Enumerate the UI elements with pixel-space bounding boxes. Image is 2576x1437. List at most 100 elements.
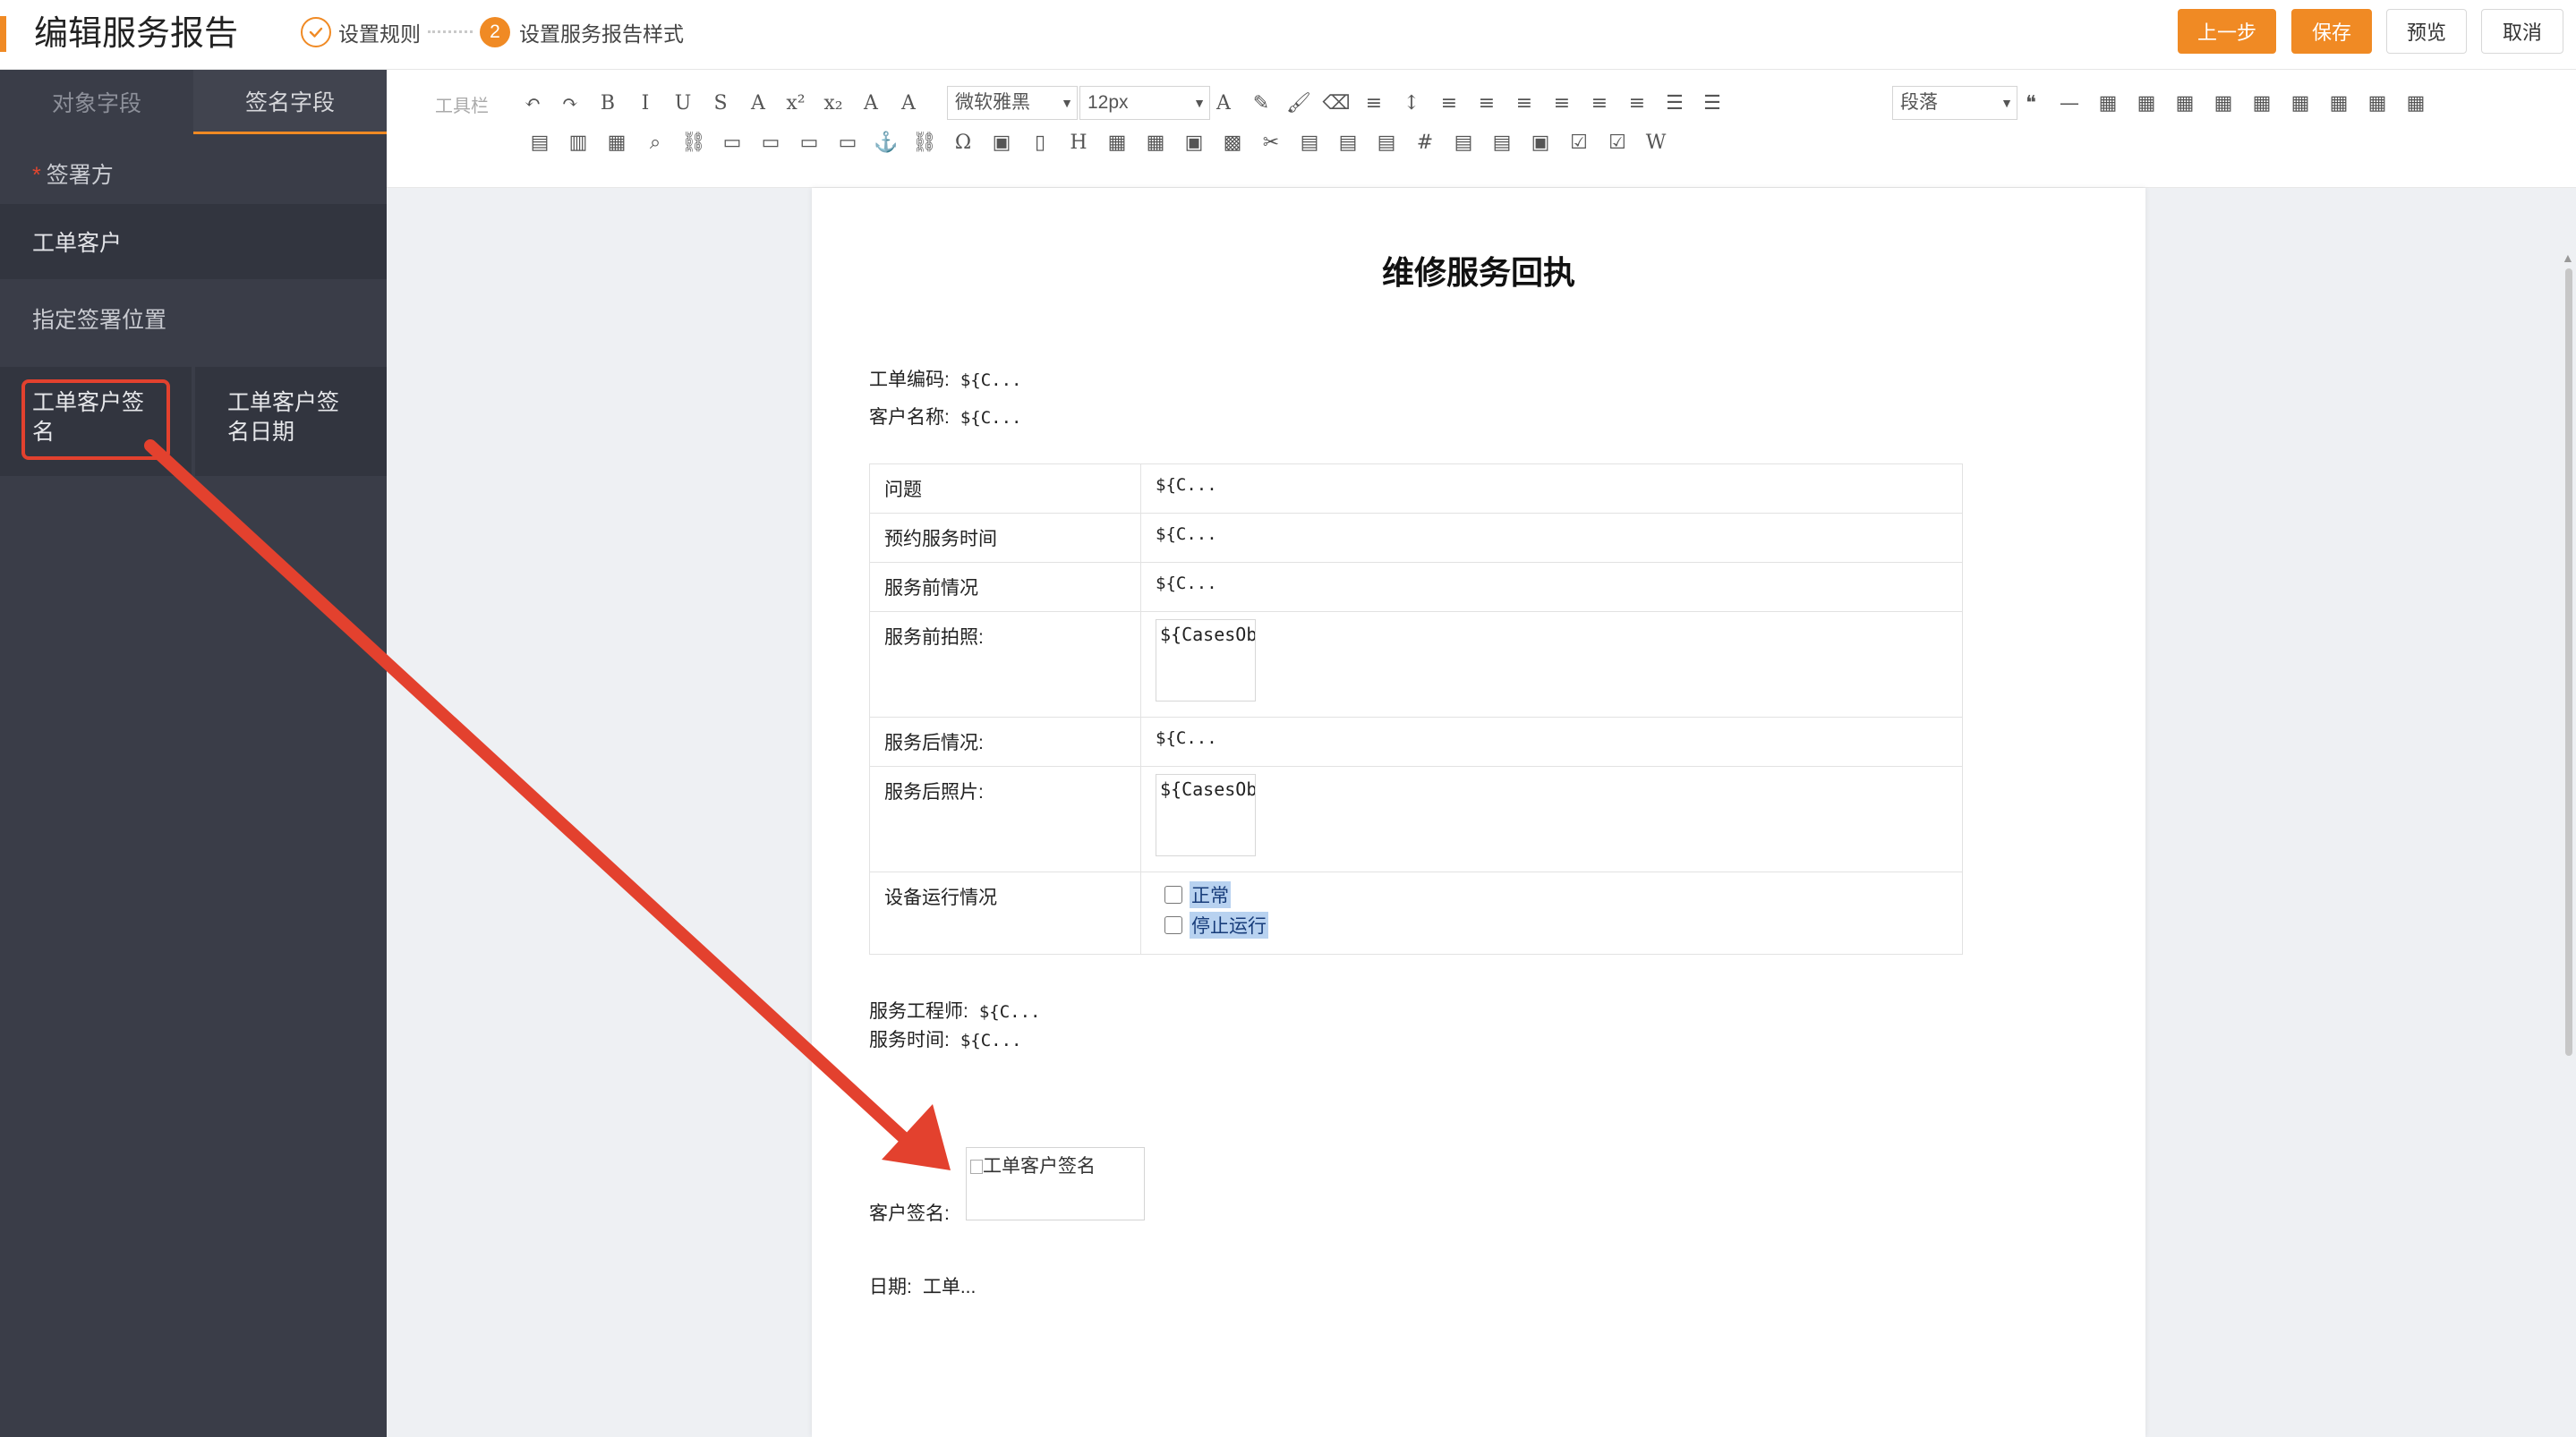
- document-title: 维修服务回执: [1381, 254, 1575, 291]
- date-line: 日期: 工单...: [869, 1277, 977, 1297]
- tab-signature-fields[interactable]: 签名字段: [193, 70, 387, 134]
- html-icon[interactable]: H: [1065, 129, 1092, 156]
- unordered-list-icon[interactable]: ☰: [1699, 89, 1726, 116]
- font-color-icon[interactable]: A: [1210, 89, 1237, 116]
- table-7-icon[interactable]: ▦: [2325, 89, 2352, 116]
- indent-icon[interactable]: ≡: [1361, 89, 1387, 116]
- sidebar-tabs: 对象字段 签名字段: [0, 70, 387, 134]
- table-6-icon[interactable]: ▦: [2287, 89, 2314, 116]
- bold-icon[interactable]: B: [594, 89, 621, 116]
- undo-icon[interactable]: ↶: [519, 89, 546, 116]
- paragraph-select[interactable]: 段落 ▼: [1892, 86, 2017, 120]
- image-none-icon[interactable]: ▭: [834, 129, 861, 156]
- auto-format-icon[interactable]: A: [895, 89, 922, 116]
- eraser-icon[interactable]: ⌫: [1322, 89, 1350, 116]
- template-icon[interactable]: ▤: [1450, 129, 1477, 156]
- table-icon[interactable]: ▦: [2094, 89, 2121, 116]
- hash-icon[interactable]: #: [1412, 129, 1438, 156]
- table-4-icon[interactable]: ▦: [2210, 89, 2237, 116]
- quote-icon[interactable]: ❝: [2017, 89, 2044, 116]
- underline-icon[interactable]: U: [670, 89, 696, 116]
- table-row: 服务前拍照: ${CasesObj.field_xcpz__c}: [869, 611, 1963, 718]
- step-set-report-style[interactable]: 2 设置服务报告样式: [480, 14, 684, 50]
- signer-select[interactable]: 工单客户: [0, 204, 387, 279]
- table-row-icon[interactable]: ▤: [526, 129, 553, 156]
- align-right-icon[interactable]: ≡: [1586, 89, 1613, 116]
- customer-signature-placeholder[interactable]: 工单客户签名: [966, 1147, 1145, 1220]
- superscript-icon[interactable]: x²: [782, 89, 809, 116]
- font-size-select[interactable]: 12px ▼: [1079, 86, 1210, 120]
- table-8-icon[interactable]: ▦: [2364, 89, 2391, 116]
- chain-icon[interactable]: ⛓: [911, 129, 938, 156]
- image-center-icon[interactable]: ▭: [757, 129, 784, 156]
- format-painter-icon[interactable]: 🖌: [1285, 89, 1312, 116]
- media-icon[interactable]: ▣: [1181, 129, 1207, 156]
- preview-button[interactable]: 预览: [2386, 9, 2467, 54]
- checklist-2-icon[interactable]: ☑: [1604, 129, 1631, 156]
- checkbox[interactable]: [1164, 916, 1182, 934]
- highlight-icon[interactable]: ✎: [1248, 89, 1275, 116]
- word-icon[interactable]: W: [1642, 129, 1669, 156]
- omega-icon[interactable]: Ω: [950, 129, 977, 156]
- justify-icon[interactable]: ≡: [1624, 89, 1651, 116]
- align-left-icon[interactable]: ≡: [1511, 89, 1538, 116]
- image-left-icon[interactable]: ▭: [719, 129, 746, 156]
- step-set-rules[interactable]: 设置规则: [301, 14, 421, 50]
- table-2-icon[interactable]: ▦: [2133, 89, 2160, 116]
- table-9-icon[interactable]: ▦: [2402, 89, 2429, 116]
- horizontal-rule-icon[interactable]: —: [2056, 89, 2083, 116]
- checklist-icon[interactable]: ☑: [1565, 129, 1592, 156]
- checkbox-option[interactable]: 停止运行: [1164, 910, 1939, 940]
- document-page[interactable]: 维修服务回执 工单编码: ${C... 客户名称: ${C... 问题 ${C...…: [812, 188, 2145, 1437]
- checkbox-option[interactable]: 正常: [1164, 880, 1939, 910]
- photo-before-placeholder[interactable]: ${CasesObj.field_xcpz__c}: [1156, 619, 1256, 701]
- save-button[interactable]: 保存: [2291, 9, 2372, 54]
- line-height-icon[interactable]: ↕: [1398, 89, 1425, 116]
- align-center-icon[interactable]: ≡: [1548, 89, 1575, 116]
- table-5-icon[interactable]: ▦: [2248, 89, 2275, 116]
- order-code-line: 工单编码: ${C...: [869, 370, 1022, 390]
- link-icon[interactable]: ⛓: [680, 129, 707, 156]
- signature-field-customer-signature-date[interactable]: 工单客户签名日期: [195, 367, 387, 476]
- anchor-icon[interactable]: ⚓: [873, 129, 900, 156]
- grid-2-icon[interactable]: ▦: [1142, 129, 1169, 156]
- paragraph-after-icon[interactable]: ≡: [1473, 89, 1500, 116]
- checkbox[interactable]: [1164, 886, 1182, 904]
- scissors-icon[interactable]: ✂: [1258, 129, 1284, 156]
- doc-3-icon[interactable]: ▤: [1373, 129, 1400, 156]
- engineer-line: 服务工程师: ${C...: [869, 1001, 1041, 1022]
- table-3-icon[interactable]: ▦: [2171, 89, 2198, 116]
- italic-icon[interactable]: I: [632, 89, 659, 116]
- tab-object-fields[interactable]: 对象字段: [0, 70, 193, 134]
- previous-step-button[interactable]: 上一步: [2178, 9, 2276, 54]
- row-label: 服务后情况:: [869, 717, 1141, 767]
- cancel-button[interactable]: 取消: [2481, 9, 2563, 54]
- font-family-select[interactable]: 微软雅黑 ▼: [947, 86, 1078, 120]
- grid-icon[interactable]: ▦: [1104, 129, 1130, 156]
- doc-icon[interactable]: ▤: [1296, 129, 1323, 156]
- row-label: 问题: [869, 463, 1141, 514]
- image-right-icon[interactable]: ▭: [796, 129, 823, 156]
- redo-icon[interactable]: ↷: [557, 89, 584, 116]
- photo-after-placeholder[interactable]: ${CasesObj.field_photos_afte: [1156, 774, 1256, 856]
- doc-2-icon[interactable]: ▤: [1335, 129, 1361, 156]
- scrollbar[interactable]: [2565, 268, 2572, 1056]
- table-col-icon[interactable]: ▥: [565, 129, 592, 156]
- note-icon[interactable]: ▤: [1488, 129, 1515, 156]
- search-icon[interactable]: ⌕: [642, 129, 669, 156]
- ordered-list-icon[interactable]: ☰: [1661, 89, 1688, 116]
- chevron-down-icon: ▼: [2000, 96, 2013, 110]
- table-merge-icon[interactable]: ▦: [603, 129, 630, 156]
- clear-format-icon[interactable]: A: [857, 89, 884, 116]
- paragraph-before-icon[interactable]: ≡: [1436, 89, 1463, 116]
- qrcode-icon[interactable]: ▩: [1219, 129, 1246, 156]
- signer-label: * 签署方: [32, 163, 114, 188]
- frame-icon[interactable]: ▣: [1527, 129, 1554, 156]
- font-border-icon[interactable]: A: [745, 89, 772, 116]
- calendar-icon[interactable]: ▣: [988, 129, 1015, 156]
- subscript-icon[interactable]: x₂: [820, 89, 847, 116]
- strikethrough-icon[interactable]: S: [707, 89, 734, 116]
- scroll-up-icon[interactable]: ▲: [2562, 251, 2574, 265]
- step-label: 设置服务报告样式: [519, 22, 684, 46]
- page-icon[interactable]: ▯: [1027, 129, 1053, 156]
